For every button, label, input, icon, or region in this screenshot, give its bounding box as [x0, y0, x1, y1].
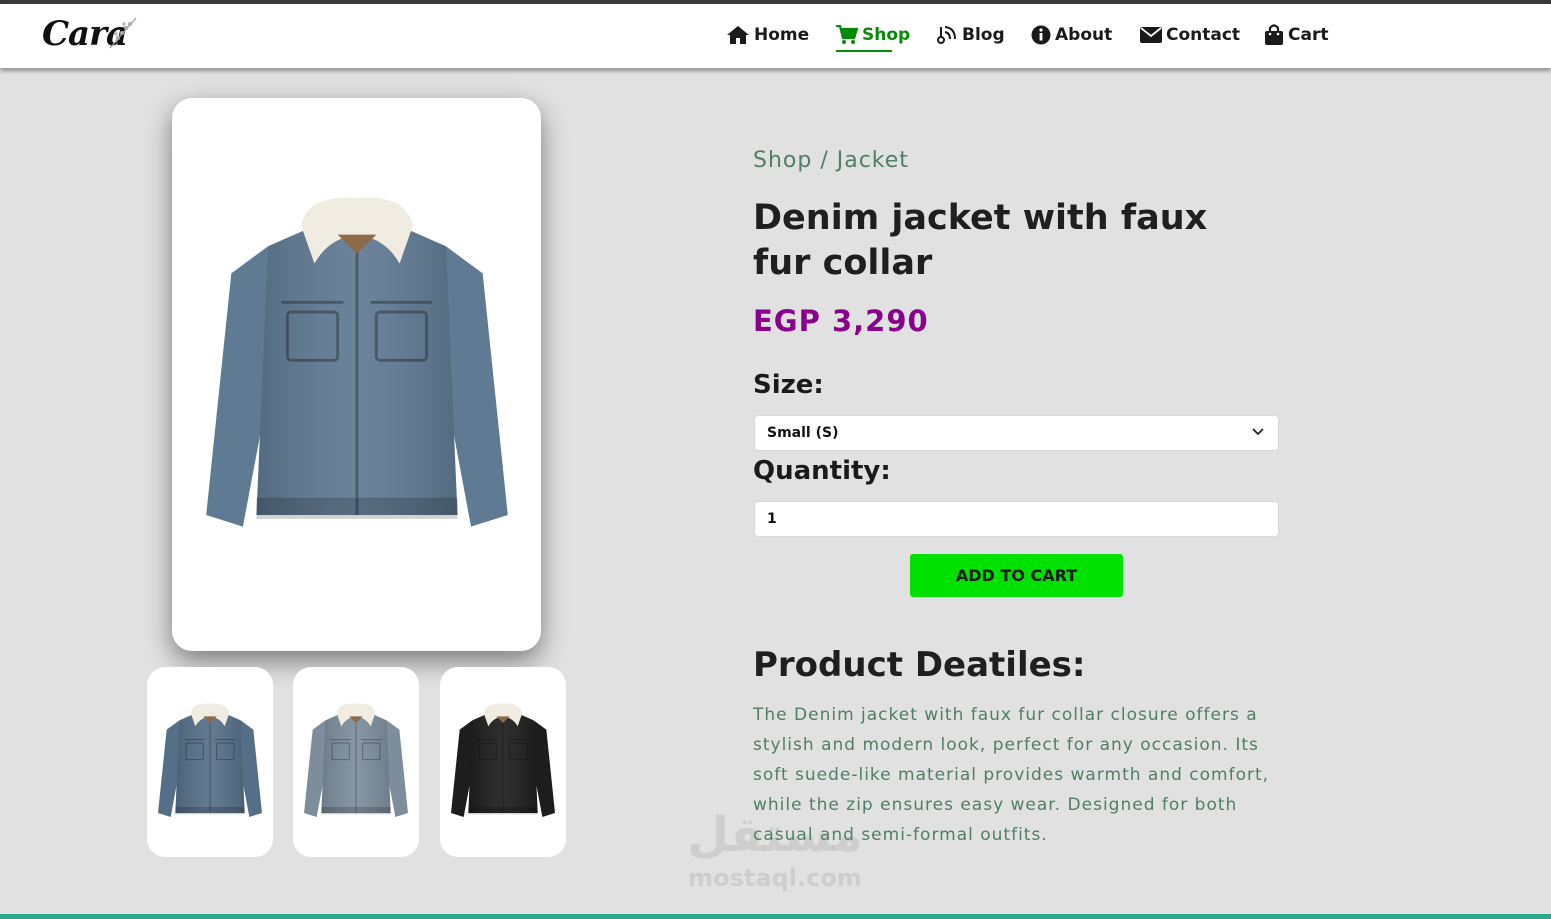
nav-shop-label: Shop [862, 25, 911, 45]
product-price: EGP 3,290 [753, 304, 929, 338]
nav-about-label: About [1055, 25, 1113, 45]
thumbnail-3[interactable] [440, 667, 566, 857]
info-icon [1031, 25, 1051, 45]
site-header: Cara Home Shop Blog About Contact Cart [0, 4, 1551, 68]
watermark: مستقل mostaql.com [680, 806, 870, 892]
chevron-down-icon [1252, 428, 1264, 436]
active-nav-underline [836, 50, 892, 52]
lavender-sprig-icon [109, 17, 137, 49]
nav-contact[interactable]: Contact [1140, 20, 1240, 50]
thumbnail-jacket-image [444, 703, 562, 823]
jacket-image [186, 196, 528, 544]
add-to-cart-button[interactable]: ADD TO CART [910, 554, 1123, 597]
thumbnail-1[interactable] [147, 667, 273, 857]
bottom-border [0, 914, 1551, 919]
size-select[interactable]: Small (S) [754, 415, 1279, 451]
size-label: Size: [753, 370, 824, 400]
nav-about[interactable]: About [1031, 20, 1112, 50]
thumbnail-jacket-image [151, 703, 269, 823]
nav-contact-label: Contact [1166, 25, 1241, 45]
envelope-icon [1140, 27, 1162, 43]
shopping-bag-icon [1265, 24, 1283, 45]
thumbnail-2[interactable] [293, 667, 419, 857]
nav-blog[interactable]: Blog [936, 20, 1005, 50]
main-product-image [172, 98, 541, 651]
quantity-label: Quantity: [753, 456, 891, 486]
watermark-arabic: مستقل [687, 807, 863, 863]
blog-icon [937, 26, 956, 44]
nav-blog-label: Blog [962, 25, 1005, 45]
size-select-value: Small (S) [767, 425, 839, 441]
home-icon [727, 26, 749, 44]
nav-cart-label: Cart [1288, 25, 1329, 45]
cart-icon [836, 25, 858, 44]
nav-home-label: Home [754, 25, 810, 45]
product-title: Denim jacket with faux fur collar [753, 198, 1208, 283]
quantity-input[interactable]: 1 [754, 501, 1279, 537]
breadcrumb[interactable]: Shop / Jacket [753, 148, 909, 173]
product-details-title: Product Deatiles: [753, 645, 1086, 685]
nav-cart[interactable]: Cart [1264, 20, 1328, 50]
quantity-value: 1 [767, 511, 777, 527]
nav-shop[interactable]: Shop [836, 20, 910, 50]
thumbnail-jacket-image [297, 703, 415, 823]
nav-home[interactable]: Home [726, 20, 809, 50]
watermark-latin: mostaql.com [688, 864, 862, 892]
